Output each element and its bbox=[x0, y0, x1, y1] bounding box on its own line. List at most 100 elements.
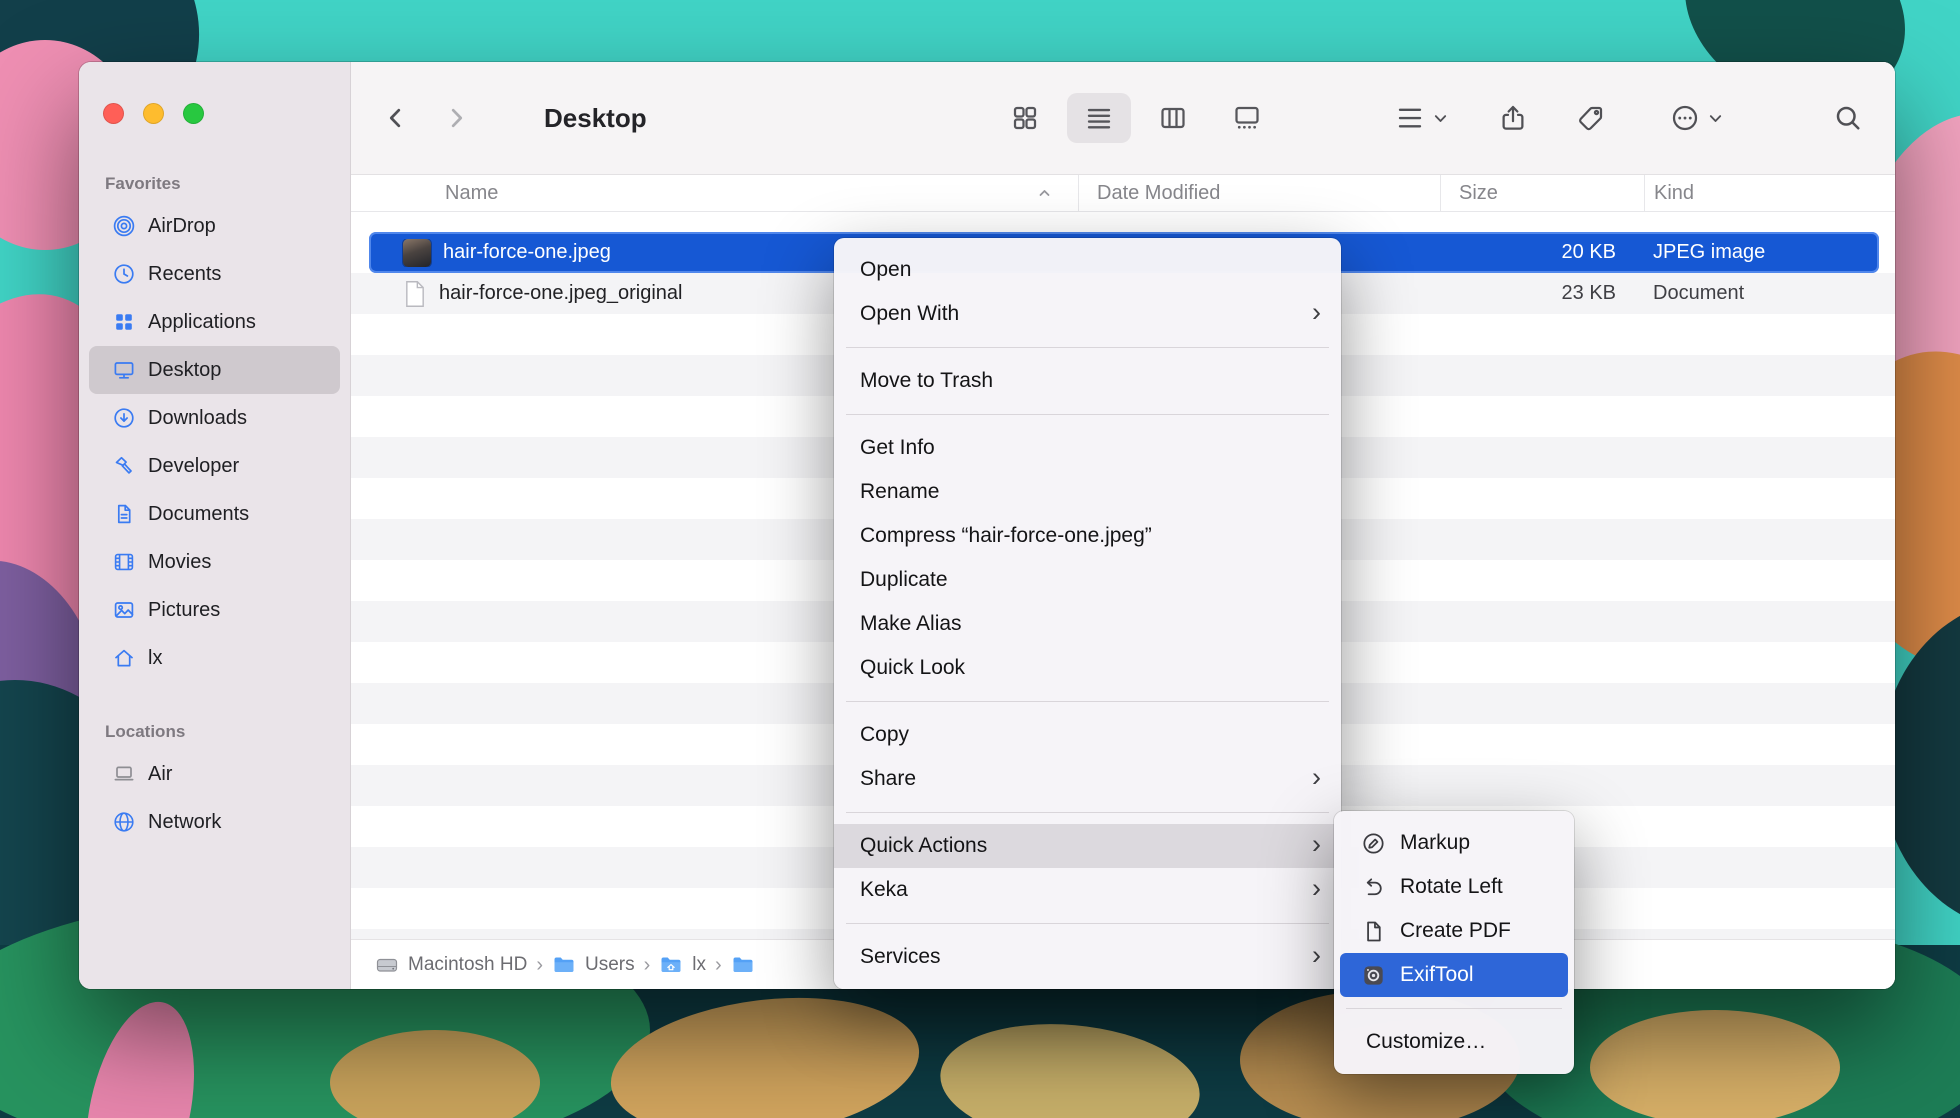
menu-item-copy[interactable]: Copy bbox=[834, 713, 1341, 757]
menu-item-get-info[interactable]: Get Info bbox=[834, 426, 1341, 470]
sidebar-item-pictures[interactable]: Pictures bbox=[89, 586, 340, 634]
column-view-icon bbox=[1158, 103, 1188, 133]
chevron-left-icon bbox=[383, 105, 409, 131]
menu-item-keka[interactable]: Keka › bbox=[834, 868, 1341, 912]
sidebar-item-recents[interactable]: Recents bbox=[89, 250, 340, 298]
list-view-button[interactable] bbox=[1067, 93, 1131, 143]
submenu-arrow-icon: › bbox=[1312, 875, 1321, 902]
sort-ascending-icon bbox=[1037, 187, 1078, 199]
menu-item-quick-look[interactable]: Quick Look bbox=[834, 646, 1341, 690]
path-crumb-macintosh-hd[interactable]: Macintosh HD bbox=[375, 953, 527, 977]
path-crumb-home[interactable]: lx bbox=[659, 953, 706, 977]
submenu-item-label: Rotate Left bbox=[1400, 875, 1503, 899]
menu-item-quick-actions[interactable]: Quick Actions› bbox=[834, 824, 1341, 868]
list-column-headers: Name Date Modified Size Kind bbox=[351, 175, 1895, 212]
sidebar-item-network[interactable]: Network bbox=[89, 798, 340, 846]
group-by-button[interactable] bbox=[1381, 93, 1461, 143]
submenu-item-exiftool[interactable]: ExifTool bbox=[1340, 953, 1568, 997]
menu-item-open[interactable]: Open bbox=[834, 248, 1341, 292]
column-header-size-label: Size bbox=[1459, 182, 1498, 205]
column-header-date-modified[interactable]: Date Modified bbox=[1078, 175, 1440, 211]
gallery-view-icon bbox=[1232, 103, 1262, 133]
menu-separator bbox=[1346, 1008, 1562, 1009]
locations-section-title: Locations bbox=[79, 722, 350, 744]
sidebar-item-downloads[interactable]: Downloads bbox=[89, 394, 340, 442]
menu-item-open-with[interactable]: Open With › bbox=[834, 292, 1341, 336]
applications-icon bbox=[111, 309, 137, 335]
traffic-lights bbox=[103, 103, 204, 124]
menu-item-label: Get Info bbox=[860, 436, 935, 460]
chevron-down-icon bbox=[1433, 111, 1448, 126]
submenu-arrow-icon: › bbox=[1312, 942, 1321, 969]
minimize-button[interactable] bbox=[143, 103, 164, 124]
more-actions-button[interactable] bbox=[1660, 93, 1732, 143]
back-button[interactable] bbox=[376, 96, 416, 140]
create-pdf-icon bbox=[1360, 918, 1387, 945]
sidebar-item-airdrop[interactable]: AirDrop bbox=[89, 202, 340, 250]
submenu-item-create-pdf[interactable]: Create PDF bbox=[1340, 909, 1568, 953]
sidebar-item-documents[interactable]: Documents bbox=[89, 490, 340, 538]
column-header-size[interactable]: Size bbox=[1440, 175, 1644, 211]
path-crumb-partial[interactable] bbox=[731, 953, 755, 977]
grid-view-icon bbox=[1010, 103, 1040, 133]
wallpaper-shape bbox=[1590, 1010, 1840, 1118]
share-icon bbox=[1498, 103, 1528, 133]
menu-item-label: Keka bbox=[860, 878, 908, 902]
favorites-section-title: Favorites bbox=[79, 174, 350, 196]
column-view-button[interactable] bbox=[1141, 93, 1205, 143]
sidebar-item-label: Applications bbox=[148, 311, 256, 334]
sidebar-item-label: Movies bbox=[148, 551, 211, 574]
search-button[interactable] bbox=[1826, 93, 1870, 143]
submenu-item-markup[interactable]: Markup bbox=[1340, 821, 1568, 865]
menu-item-rename[interactable]: Rename bbox=[834, 470, 1341, 514]
submenu-item-label: ExifTool bbox=[1400, 963, 1474, 987]
submenu-item-rotate-left[interactable]: Rotate Left bbox=[1340, 865, 1568, 909]
toolbar: Desktop bbox=[351, 62, 1895, 175]
share-button[interactable] bbox=[1491, 93, 1535, 143]
icon-view-button[interactable] bbox=[993, 93, 1057, 143]
sidebar-item-applications[interactable]: Applications bbox=[89, 298, 340, 346]
file-size: 20 KB bbox=[1440, 241, 1644, 264]
exiftool-app-icon bbox=[1360, 962, 1387, 989]
submenu-item-customize[interactable]: Customize… bbox=[1340, 1020, 1568, 1064]
zoom-button[interactable] bbox=[183, 103, 204, 124]
locations-list: Air Network bbox=[79, 750, 350, 846]
menu-item-duplicate[interactable]: Duplicate bbox=[834, 558, 1341, 602]
sidebar-item-label: AirDrop bbox=[148, 215, 216, 238]
sidebar-item-air[interactable]: Air bbox=[89, 750, 340, 798]
sidebar-item-movies[interactable]: Movies bbox=[89, 538, 340, 586]
forward-button[interactable] bbox=[436, 96, 476, 140]
sidebar-item-home[interactable]: lx bbox=[89, 634, 340, 682]
menu-item-move-to-trash[interactable]: Move to Trash bbox=[834, 359, 1341, 403]
menu-item-label: Make Alias bbox=[860, 612, 962, 636]
window-title: Desktop bbox=[544, 103, 647, 134]
tag-button[interactable] bbox=[1569, 93, 1613, 143]
close-button[interactable] bbox=[103, 103, 124, 124]
group-by-icon bbox=[1395, 103, 1425, 133]
menu-item-label: Open With bbox=[860, 302, 959, 326]
menu-item-make-alias[interactable]: Make Alias bbox=[834, 602, 1341, 646]
crumb-separator-icon: › bbox=[715, 955, 722, 975]
menu-separator bbox=[846, 923, 1329, 924]
submenu-arrow-icon: › bbox=[1312, 299, 1321, 326]
path-crumb-users[interactable]: Users bbox=[552, 953, 635, 977]
chevron-right-icon bbox=[443, 105, 469, 131]
menu-item-compress[interactable]: Compress “hair-force-one.jpeg” bbox=[834, 514, 1341, 558]
sidebar-item-desktop[interactable]: Desktop bbox=[89, 346, 340, 394]
gallery-view-button[interactable] bbox=[1215, 93, 1279, 143]
tag-icon bbox=[1576, 103, 1606, 133]
sidebar-item-label: Recents bbox=[148, 263, 221, 286]
sidebar-item-label: Developer bbox=[148, 455, 239, 478]
column-header-name[interactable]: Name bbox=[351, 175, 1078, 211]
column-header-kind[interactable]: Kind bbox=[1644, 175, 1895, 211]
laptop-icon bbox=[111, 761, 137, 787]
favorites-list: AirDrop Recents Applications Desktop bbox=[79, 202, 350, 682]
sidebar-item-developer[interactable]: Developer bbox=[89, 442, 340, 490]
quick-actions-submenu: Markup Rotate Left Create PDF ExifTool C… bbox=[1334, 811, 1574, 1074]
submenu-arrow-icon: › bbox=[1312, 831, 1321, 858]
menu-separator bbox=[846, 414, 1329, 415]
path-crumb-label: lx bbox=[692, 954, 706, 976]
menu-item-services[interactable]: Services› bbox=[834, 935, 1341, 979]
file-size: 23 KB bbox=[1440, 282, 1644, 305]
menu-item-share[interactable]: Share› bbox=[834, 757, 1341, 801]
